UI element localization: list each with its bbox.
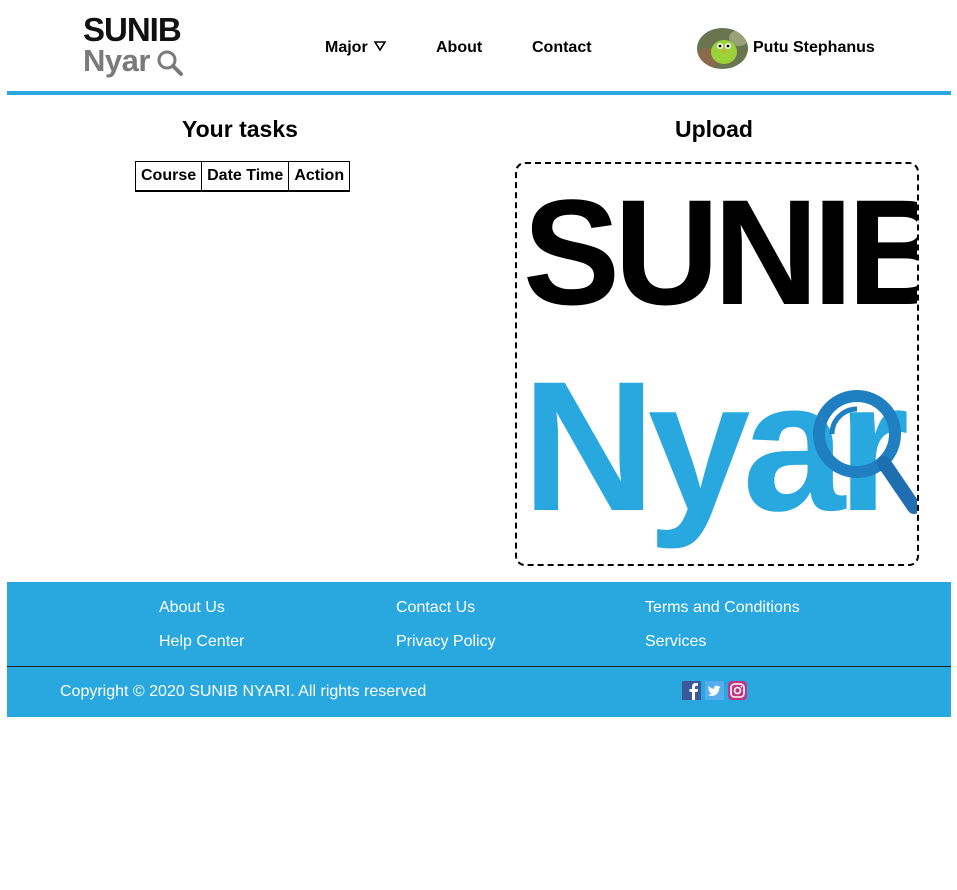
copyright-text: Copyright © 2020 SUNIB NYARI. All rights… (60, 683, 427, 700)
avatar[interactable] (697, 28, 748, 69)
upload-title: Upload (675, 116, 753, 142)
site-footer: About Us Contact Us Terms and Conditions… (7, 582, 951, 717)
column-header-date-time: Date Time (201, 161, 290, 191)
footer-link-about-us[interactable]: About Us (159, 598, 225, 618)
tasks-header-row: Course Date Time Action (134, 161, 351, 191)
table-cell (134, 190, 203, 192)
brand-logo[interactable]: SUNIB Nyar (83, 12, 193, 78)
brand-logo-line2: Nyar (83, 43, 150, 78)
user-name[interactable]: Putu Stephanus (753, 39, 875, 57)
footer-link-contact-us[interactable]: Contact Us (396, 598, 475, 618)
footer-divider (7, 666, 951, 667)
magnifier-icon (157, 50, 183, 76)
upload-dropzone[interactable]: SUNIB Nyar (515, 162, 919, 566)
upload-logo-line1: SUNIB (523, 168, 919, 336)
twitter-icon[interactable] (705, 681, 724, 700)
footer-link-services[interactable]: Services (645, 632, 706, 652)
avatar-image (697, 28, 748, 69)
tasks-title: Your tasks (182, 116, 298, 142)
table-row (134, 190, 351, 192)
nav-major-label: Major (325, 39, 368, 56)
table-cell (201, 190, 290, 192)
tasks-table: Course Date Time Action (134, 161, 351, 192)
caret-down-icon (373, 41, 386, 52)
instagram-icon[interactable] (728, 681, 747, 700)
facebook-icon[interactable] (682, 681, 701, 700)
column-header-course: Course (134, 161, 203, 191)
footer-link-privacy-policy[interactable]: Privacy Policy (396, 632, 496, 652)
site-header: SUNIB Nyar Major About Contact Putu Step… (7, 0, 951, 95)
table-cell (288, 190, 351, 192)
footer-link-terms[interactable]: Terms and Conditions (645, 598, 800, 618)
nav-about[interactable]: About (436, 38, 482, 58)
footer-link-help-center[interactable]: Help Center (159, 632, 244, 652)
column-header-action: Action (288, 161, 351, 191)
nav-contact[interactable]: Contact (532, 38, 592, 58)
magnifier-icon (813, 390, 917, 514)
nav-major[interactable]: Major (325, 38, 386, 58)
